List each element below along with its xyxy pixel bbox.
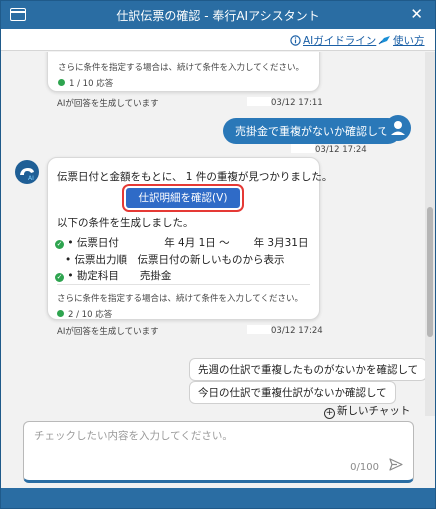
user-message-bubble: 売掛金で重複がないか確認して	[223, 118, 401, 144]
user-message-timestamp: 03/12 17:24	[291, 144, 367, 155]
howto-label: 使い方	[393, 35, 425, 47]
previous-ai-card: さらに条件を指定する場合は、続けて条件を入力してください。 1 / 10 応答	[47, 52, 320, 92]
ai-response-count: 2 / 10 応答	[57, 308, 112, 320]
ai-avatar-icon: AI	[15, 160, 39, 184]
ai-intro-text: 伝票日付と金額をもとに、 1 件の重複が見つかりました。	[57, 171, 333, 183]
ai-more-text: さらに条件を指定する場合は、続けて条件を入力してください。	[57, 294, 303, 304]
conditions-heading: 以下の条件を生成しました。	[57, 217, 194, 229]
ai-guideline-link[interactable]: AIガイドライン	[290, 33, 376, 48]
guideline-icon	[290, 35, 301, 46]
link-bar: AIガイドライン 使い方	[1, 29, 435, 51]
previous-timestamp: 03/12 17:11	[247, 97, 323, 108]
check-icon: ✓	[55, 273, 64, 282]
status-dot	[57, 310, 64, 317]
condition-account: ✓ • 勘定科目 売掛金	[55, 270, 172, 282]
chat-input[interactable]: チェックしたい内容を入力してください。 0/100	[23, 421, 414, 483]
ai-guideline-label: AIガイドライン	[303, 35, 377, 47]
plus-icon: +	[324, 408, 335, 419]
window-title: 仕訳伝票の確認 - 奉行AIアシスタント	[116, 9, 320, 23]
new-chat-button[interactable]: + 新しいチャット	[324, 403, 410, 419]
close-icon[interactable]: ✕	[410, 5, 423, 23]
confirm-journal-details-button[interactable]: 仕訳明細を確認(V)	[122, 184, 244, 212]
scrollbar-thumb[interactable]	[427, 207, 433, 337]
previous-status: AIが回答を生成しています	[57, 99, 159, 109]
howto-link[interactable]: 使い方	[378, 33, 425, 48]
previous-response-count: 1 / 10 応答	[58, 77, 113, 89]
character-counter: 0/100	[350, 462, 379, 473]
svg-text:AI: AI	[28, 175, 34, 182]
check-icon: ✓	[55, 240, 64, 249]
condition-order: • 伝票出力順 伝票日付の新しいものから表示	[65, 254, 285, 266]
suggestion-today[interactable]: 今日の仕訳で重複仕訳がないか確認して	[189, 381, 396, 404]
bottom-bar	[1, 488, 435, 508]
assistant-window: 仕訳伝票の確認 - 奉行AIアシスタント ✕ AIガイドライン 使い方 さらに条…	[0, 0, 436, 509]
chat-input-placeholder: チェックしたい内容を入力してください。	[34, 430, 233, 442]
previous-more-text: さらに条件を指定する場合は、続けて条件を入力してください。	[58, 63, 304, 73]
divider	[57, 284, 310, 285]
send-icon[interactable]	[389, 458, 403, 474]
new-chat-label: 新しいチャット	[337, 405, 411, 417]
ai-timestamp: 03/12 17:24	[247, 325, 323, 336]
howto-icon	[378, 36, 390, 45]
suggestion-last-week[interactable]: 先週の仕訳で重複したものがないかを確認して	[189, 358, 425, 381]
title-bar: 仕訳伝票の確認 - 奉行AIアシスタント ✕	[1, 1, 435, 29]
chat-area[interactable]: さらに条件を指定する場合は、続けて条件を入力してください。 1 / 10 応答 …	[1, 52, 425, 416]
condition-date: ✓ • 伝票日付 年 4月 1日 ～年 3月31日	[55, 237, 309, 249]
user-avatar-icon	[385, 115, 411, 141]
status-dot	[58, 79, 65, 86]
chat-scrollbar[interactable]	[425, 52, 435, 416]
ai-status: AIが回答を生成しています	[57, 327, 159, 337]
